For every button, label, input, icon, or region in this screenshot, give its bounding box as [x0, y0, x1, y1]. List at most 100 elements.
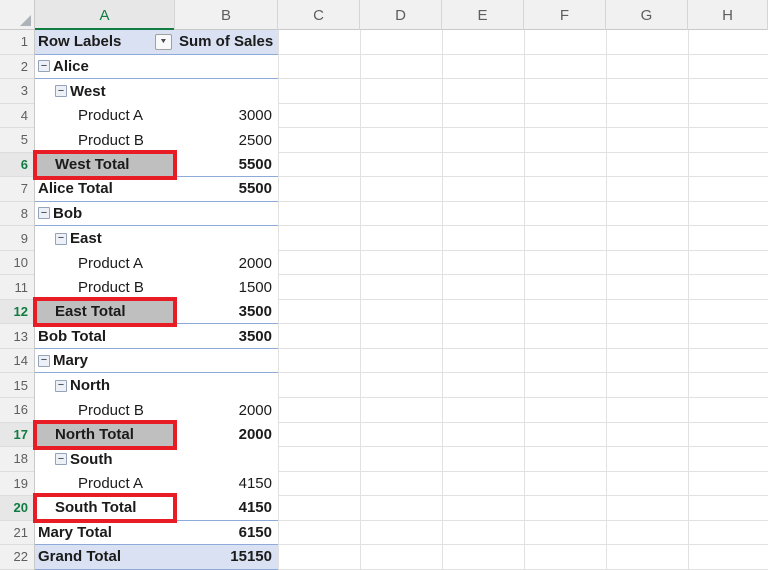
cell-A18[interactable]: − South	[35, 447, 175, 472]
cell-A16[interactable]: Product B	[35, 398, 175, 423]
empty-cells[interactable]	[278, 152, 768, 178]
column-header-A[interactable]: A	[35, 0, 175, 30]
row-header-20[interactable]: 20	[0, 496, 34, 521]
row-header-14[interactable]: 14	[0, 349, 34, 374]
sum-of-sales-header-cell[interactable]: Sum of Sales	[175, 30, 278, 54]
column-header-E[interactable]: E	[442, 0, 524, 30]
cell-B11[interactable]: 1500	[175, 275, 278, 300]
cell-B10[interactable]: 2000	[175, 251, 278, 276]
cell-A4[interactable]: Product A	[35, 104, 175, 129]
cell-A7[interactable]: Alice Total	[35, 177, 175, 201]
column-header-G[interactable]: G	[606, 0, 688, 30]
row-header-9[interactable]: 9	[0, 226, 34, 251]
cell-B15[interactable]	[175, 373, 278, 398]
collapse-minus-icon[interactable]: −	[38, 60, 50, 73]
cell-B13[interactable]: 3500	[175, 324, 278, 348]
collapse-minus-icon[interactable]: −	[38, 354, 50, 367]
cell-B16[interactable]: 2000	[175, 398, 278, 423]
cell-B22[interactable]: 15150	[175, 545, 278, 569]
cell-A20[interactable]: South Total	[35, 496, 175, 520]
row-header-22[interactable]: 22	[0, 545, 34, 570]
empty-cells[interactable]	[278, 447, 768, 472]
row-header-13[interactable]: 13	[0, 324, 34, 349]
column-header-H[interactable]: H	[688, 0, 768, 30]
cell-A8[interactable]: − Bob	[35, 202, 175, 226]
cell-A11[interactable]: Product B	[35, 275, 175, 300]
row-header-19[interactable]: 19	[0, 472, 34, 497]
empty-cells[interactable]	[278, 226, 768, 251]
row-header-6[interactable]: 6	[0, 152, 34, 178]
cell-B7[interactable]: 5500	[175, 177, 278, 201]
row-header-17[interactable]: 17	[0, 422, 34, 448]
select-all-corner[interactable]	[0, 0, 35, 30]
cell-B3[interactable]	[175, 79, 278, 104]
cell-A21[interactable]: Mary Total	[35, 521, 175, 545]
cell-A5[interactable]: Product B	[35, 128, 175, 153]
row-header-4[interactable]: 4	[0, 104, 34, 129]
row-header-10[interactable]: 10	[0, 251, 34, 276]
row-header-2[interactable]: 2	[0, 55, 34, 80]
cell-A15[interactable]: − North	[35, 373, 175, 398]
cell-B17[interactable]: 2000	[175, 423, 278, 448]
column-header-F[interactable]: F	[524, 0, 606, 30]
cell-B14[interactable]	[175, 349, 278, 373]
row-header-11[interactable]: 11	[0, 275, 34, 300]
empty-cells[interactable]	[278, 520, 768, 546]
cell-B12[interactable]: 3500	[175, 300, 278, 324]
cell-B5[interactable]: 2500	[175, 128, 278, 153]
row-header-18[interactable]: 18	[0, 447, 34, 472]
row-header-8[interactable]: 8	[0, 202, 34, 227]
collapse-minus-icon[interactable]: −	[38, 207, 50, 220]
row-header-7[interactable]: 7	[0, 177, 34, 202]
empty-cells[interactable]	[278, 397, 768, 423]
cell-A12[interactable]: East Total	[35, 299, 175, 324]
empty-cells[interactable]	[278, 250, 768, 276]
cell-B2[interactable]	[175, 55, 278, 79]
column-header-B[interactable]: B	[175, 0, 278, 30]
cell-A6[interactable]: West Total	[35, 152, 175, 177]
cell-A3[interactable]: − West	[35, 79, 175, 104]
column-header-C[interactable]: C	[278, 0, 360, 30]
empty-cells[interactable]	[278, 54, 768, 80]
cell-A22[interactable]: Grand Total	[35, 545, 175, 569]
row-header-15[interactable]: 15	[0, 373, 34, 398]
cell-B9[interactable]	[175, 226, 278, 251]
cell-A17[interactable]: North Total	[35, 422, 175, 448]
empty-cells[interactable]	[278, 30, 768, 55]
cell-B21[interactable]: 6150	[175, 521, 278, 545]
empty-cells[interactable]	[278, 496, 768, 521]
row-header-12[interactable]: 12	[0, 299, 34, 325]
cell-A14[interactable]: − Mary	[35, 349, 175, 373]
cell-B8[interactable]	[175, 202, 278, 226]
collapse-minus-icon[interactable]: −	[55, 85, 67, 98]
cell-A19[interactable]: Product A	[35, 472, 175, 497]
cell-B18[interactable]	[175, 447, 278, 472]
empty-cells[interactable]	[278, 324, 768, 349]
row-header-21[interactable]: 21	[0, 521, 34, 546]
cell-A13[interactable]: Bob Total	[35, 324, 175, 348]
column-header-D[interactable]: D	[360, 0, 442, 30]
cell-B19[interactable]: 4150	[175, 472, 278, 497]
empty-cells[interactable]	[278, 201, 768, 227]
empty-cells[interactable]	[278, 128, 768, 153]
empty-cells[interactable]	[278, 103, 768, 129]
collapse-minus-icon[interactable]: −	[55, 232, 67, 245]
cell-A2[interactable]: − Alice	[35, 55, 175, 79]
row-header-16[interactable]: 16	[0, 398, 34, 423]
collapse-minus-icon[interactable]: −	[55, 379, 67, 392]
cell-B20[interactable]: 4150	[175, 496, 278, 520]
row-header-5[interactable]: 5	[0, 128, 34, 153]
empty-cells[interactable]	[278, 471, 768, 497]
row-header-1[interactable]: 1	[0, 30, 34, 55]
filter-dropdown-button[interactable]: ▼	[155, 33, 172, 50]
collapse-minus-icon[interactable]: −	[55, 453, 67, 466]
empty-cells[interactable]	[278, 348, 768, 374]
cell-A9[interactable]: − East	[35, 226, 175, 251]
empty-cells[interactable]	[278, 422, 768, 448]
row-labels-header-cell[interactable]: Row Labels ▼	[35, 30, 175, 54]
cell-B6[interactable]: 5500	[175, 153, 278, 177]
cell-A10[interactable]: Product A	[35, 251, 175, 276]
empty-cells[interactable]	[278, 545, 768, 570]
empty-cells[interactable]	[278, 79, 768, 104]
empty-cells[interactable]	[278, 177, 768, 202]
